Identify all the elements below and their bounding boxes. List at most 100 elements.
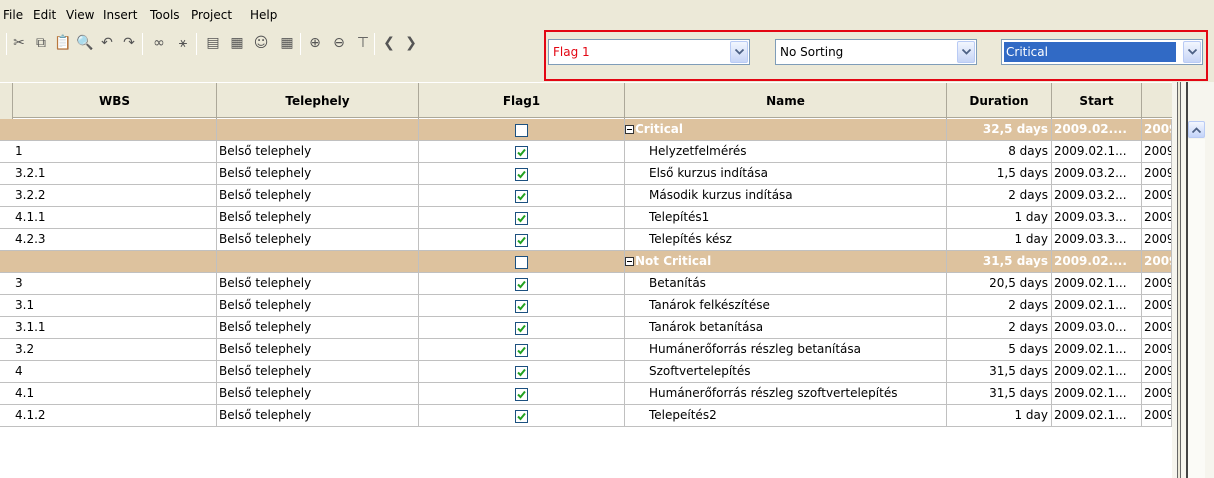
start-cell[interactable]: 2009.02.1... [1052,383,1142,405]
scroll-right-icon[interactable]: ❯ [402,34,420,52]
group-flag-cell[interactable] [419,251,625,273]
finish-cell[interactable]: 2009 [1142,185,1172,207]
telephely-cell[interactable]: Belső telephely [217,207,419,229]
flag-cell[interactable] [419,185,625,207]
flag-checkbox[interactable] [515,167,528,181]
task-row[interactable]: 3.2.2 Belső telephely Második kurzus indít… [0,185,1172,207]
telephely-cell[interactable]: Belső telephely [217,141,419,163]
menu-tools[interactable]: Tools [150,8,180,22]
scroll-left-icon[interactable]: ❮ [380,34,398,52]
task-name-cell[interactable]: Tanárok betanítása [625,317,947,339]
link-icon[interactable]: ∞ [150,34,168,52]
start-cell[interactable]: 2009.03.0... [1052,317,1142,339]
menu-insert[interactable]: Insert [103,8,137,22]
sorting-combo[interactable]: No Sorting [775,39,977,65]
column-header-start[interactable]: Start [1052,83,1142,119]
gantt-table-icon[interactable]: ▦ [278,34,296,52]
notes-icon[interactable]: ▤ [204,34,222,52]
collapse-icon[interactable] [625,125,634,134]
task-row[interactable]: 4.1.1 Belső telephely Telepítés1 1 day 2009.… [0,207,1172,229]
task-name-cell[interactable]: Szoftvertelepítés [625,361,947,383]
flag-cell[interactable] [419,229,625,251]
flag-cell[interactable] [419,163,625,185]
paste-icon[interactable]: 📋 [54,34,72,52]
chevron-down-icon[interactable] [1183,41,1201,63]
group-name-cell[interactable]: Not Critical [625,251,947,273]
wbs-cell[interactable]: 4 [13,361,217,383]
menu-edit[interactable]: Edit [33,8,56,22]
wbs-cell[interactable]: 3.1.1 [13,317,217,339]
task-name-cell[interactable]: Tanárok felkészítése [625,295,947,317]
flag-checkbox[interactable] [515,299,528,313]
task-row[interactable]: 3.1.1 Belső telephely Tanárok betanítása 2 … [0,317,1172,339]
start-cell[interactable]: 2009.03.3... [1052,229,1142,251]
finish-cell[interactable]: 2009 [1142,383,1172,405]
flag-checkbox[interactable] [515,145,528,159]
zoom-out-icon[interactable]: ⊖ [330,34,348,52]
group-row[interactable]: Critical 32,5 days2009.02....2009 [0,119,1172,141]
start-cell[interactable]: 2009.03.2... [1052,163,1142,185]
flag-checkbox[interactable] [515,255,528,269]
column-header-duration[interactable]: Duration [947,83,1052,119]
task-name-cell[interactable]: Telepítés kész [625,229,947,251]
wbs-cell[interactable]: 4.1.1 [13,207,217,229]
task-row[interactable]: 3 Belső telephely Betanítás 20,5 days 2009.0… [0,273,1172,295]
duration-cell[interactable]: 31,5 days [947,361,1052,383]
flag-cell[interactable] [419,295,625,317]
wbs-cell[interactable]: 3.2.2 [13,185,217,207]
telephely-cell[interactable]: Belső telephely [217,383,419,405]
task-row[interactable]: 4.1.2 Belső telephely Telepeítés2 1 day 2009… [0,405,1172,427]
finish-cell[interactable]: 2009 [1142,273,1172,295]
flag-cell[interactable] [419,141,625,163]
finish-cell[interactable]: 2009 [1142,163,1172,185]
flag-cell[interactable] [419,273,625,295]
telephely-cell[interactable]: Belső telephely [217,405,419,427]
start-cell[interactable]: 2009.03.2... [1052,185,1142,207]
duration-cell[interactable]: 5 days [947,339,1052,361]
task-name-cell[interactable]: Első kurzus indítása [625,163,947,185]
telephely-cell[interactable]: Belső telephely [217,317,419,339]
finish-cell[interactable]: 2009 [1142,405,1172,427]
finish-cell[interactable]: 2009 [1142,229,1172,251]
group-row[interactable]: Not Critical 31,5 days2009.02....2009 [0,251,1172,273]
wbs-cell[interactable]: 4.2.3 [13,229,217,251]
filter-icon[interactable]: ⊤ [354,34,372,52]
flag-checkbox[interactable] [515,233,528,247]
copy-icon[interactable]: ⧉ [32,34,50,52]
task-name-cell[interactable]: Humánerőforrás részleg betanítása [625,339,947,361]
wbs-cell[interactable]: 1 [13,141,217,163]
grouping-combo[interactable]: Critical [1001,39,1203,65]
flag-checkbox[interactable] [515,387,528,401]
column-header-name[interactable]: Name [625,83,947,119]
flag-cell[interactable] [419,207,625,229]
flag-cell[interactable] [419,383,625,405]
splitter-handle[interactable] [1177,82,1181,478]
chevron-down-icon[interactable] [957,41,975,63]
duration-cell[interactable]: 20,5 days [947,273,1052,295]
task-name-cell[interactable]: Betanítás [625,273,947,295]
scroll-up-icon[interactable] [1188,121,1205,138]
resource-icon[interactable]: ☺ [252,34,270,52]
cut-icon[interactable]: ✂ [10,34,28,52]
start-cell[interactable]: 2009.02.1... [1052,295,1142,317]
vertical-scrollbar[interactable] [1172,82,1214,478]
column-header-finish[interactable] [1142,83,1172,119]
finish-cell[interactable]: 2009 [1142,361,1172,383]
collapse-icon[interactable] [625,257,634,266]
start-cell[interactable]: 2009.02.1... [1052,361,1142,383]
task-row[interactable]: 4.2.3 Belső telephely Telepítés kész 1 day 2… [0,229,1172,251]
wbs-cell[interactable]: 3.2 [13,339,217,361]
telephely-cell[interactable]: Belső telephely [217,295,419,317]
flag-cell[interactable] [419,317,625,339]
flag-checkbox[interactable] [515,211,528,225]
task-row[interactable]: 4.1 Belső telephely Humánerőforrás részleg… [0,383,1172,405]
column-header-flag1[interactable]: Flag1 [419,83,625,119]
chevron-down-icon[interactable] [730,41,748,63]
scroll-track[interactable] [1188,139,1205,478]
task-row[interactable]: 3.1 Belső telephely Tanárok felkészítése 2 … [0,295,1172,317]
task-name-cell[interactable]: Humánerőforrás részleg szoftvertelepítés [625,383,947,405]
redo-icon[interactable]: ↷ [120,34,138,52]
menu-help[interactable]: Help [250,8,277,22]
task-name-cell[interactable]: Telepeítés2 [625,405,947,427]
wbs-cell[interactable]: 3.1 [13,295,217,317]
